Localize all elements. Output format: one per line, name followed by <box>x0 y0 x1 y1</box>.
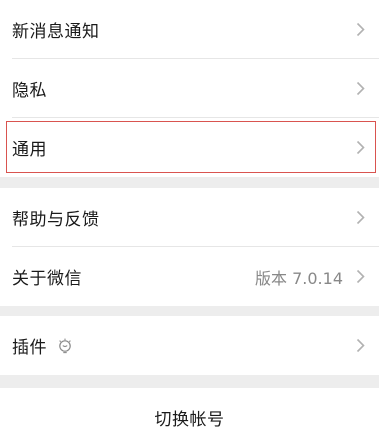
chevron-right-icon <box>355 22 365 38</box>
settings-group-plugins: 插件 <box>0 316 379 375</box>
row-label: 新消息通知 <box>12 22 100 42</box>
chevron-right-icon <box>355 140 365 156</box>
chevron-right-icon <box>355 210 365 226</box>
row-new-message-notification[interactable]: 新消息通知 <box>0 0 379 59</box>
settings-screen: 新消息通知 隐私 通用 帮助与反馈 关于微信 版本 7.0.14 插件 切换帐号 <box>0 0 379 432</box>
settings-group-general: 新消息通知 隐私 通用 <box>0 0 379 177</box>
row-label: 关于微信 <box>12 269 82 289</box>
row-help-feedback[interactable]: 帮助与反馈 <box>0 188 379 247</box>
row-label: 帮助与反馈 <box>12 210 100 230</box>
chevron-right-icon <box>355 81 365 97</box>
row-label: 插件 <box>12 338 47 358</box>
chevron-right-icon <box>355 338 365 354</box>
settings-group-help: 帮助与反馈 关于微信 版本 7.0.14 <box>0 188 379 306</box>
row-label: 通用 <box>12 140 47 160</box>
row-about-wechat[interactable]: 关于微信 版本 7.0.14 <box>0 247 379 306</box>
row-general[interactable]: 通用 <box>0 118 379 177</box>
row-privacy[interactable]: 隐私 <box>0 59 379 118</box>
row-plugins[interactable]: 插件 <box>0 316 379 375</box>
plugin-lightbulb-icon <box>57 338 73 354</box>
version-value: 版本 7.0.14 <box>255 268 343 288</box>
switch-account-label: 切换帐号 <box>154 409 225 430</box>
row-label: 隐私 <box>12 81 47 101</box>
switch-account-button[interactable]: 切换帐号 <box>0 388 379 432</box>
chevron-right-icon <box>355 269 365 285</box>
